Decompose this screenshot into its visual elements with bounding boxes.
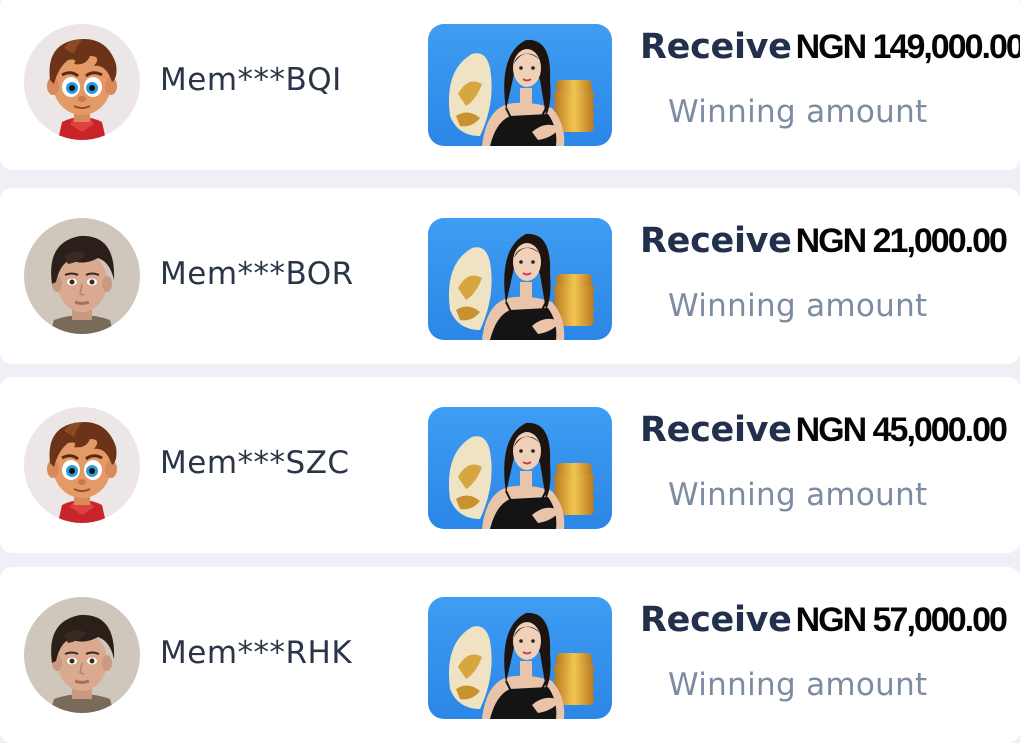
winning-amount-label: Winning amount xyxy=(668,477,928,513)
winning-amount-label: Winning amount xyxy=(668,288,928,324)
game-thumbnail-woman-coins[interactable] xyxy=(428,597,612,719)
receive-line: Receive NGN 45,000.00 xyxy=(640,410,1008,450)
receive-label: Receive xyxy=(640,600,792,640)
young-man-avatar xyxy=(24,218,140,334)
winning-amount-value: NGN 149,000.00 xyxy=(795,28,1020,66)
winning-amount-value: NGN 45,000.00 xyxy=(795,411,1008,449)
winners-list: Mem***BQI Receive NGN 149,000.00 Winning … xyxy=(0,0,1020,743)
winning-amount-value: NGN 57,000.00 xyxy=(795,601,1008,639)
receive-label: Receive xyxy=(640,221,792,261)
young-man-avatar xyxy=(24,597,140,713)
cartoon-boy-avatar xyxy=(24,407,140,523)
winning-amount-value: NGN 21,000.00 xyxy=(795,222,1008,260)
cartoon-boy-avatar xyxy=(24,24,140,140)
winner-username: Mem***RHK xyxy=(160,635,353,671)
winner-row[interactable]: Mem***SZC Receive NGN 45,000.00 Winning a… xyxy=(0,377,1020,553)
receive-line: Receive NGN 21,000.00 xyxy=(640,221,1008,261)
winning-amount-label: Winning amount xyxy=(668,667,928,703)
winner-row[interactable]: Mem***RHK Receive NGN 57,000.00 Winning a… xyxy=(0,567,1020,743)
winner-username: Mem***SZC xyxy=(160,445,350,481)
receive-label: Receive xyxy=(640,410,792,450)
receive-line: Receive NGN 149,000.00 xyxy=(640,30,1020,65)
game-thumbnail-woman-coins[interactable] xyxy=(428,24,612,146)
winner-row[interactable]: Mem***BOR Receive NGN 21,000.00 Winning a… xyxy=(0,188,1020,364)
receive-line: Receive NGN 57,000.00 xyxy=(640,600,1008,640)
game-thumbnail-woman-coins[interactable] xyxy=(428,407,612,529)
winning-amount-label: Winning amount xyxy=(668,94,928,130)
winner-row[interactable]: Mem***BQI Receive NGN 149,000.00 Winning … xyxy=(0,0,1020,170)
game-thumbnail-woman-coins[interactable] xyxy=(428,218,612,340)
winner-username: Mem***BQI xyxy=(160,62,342,98)
winner-username: Mem***BOR xyxy=(160,256,354,292)
receive-label: Receive xyxy=(640,27,792,67)
